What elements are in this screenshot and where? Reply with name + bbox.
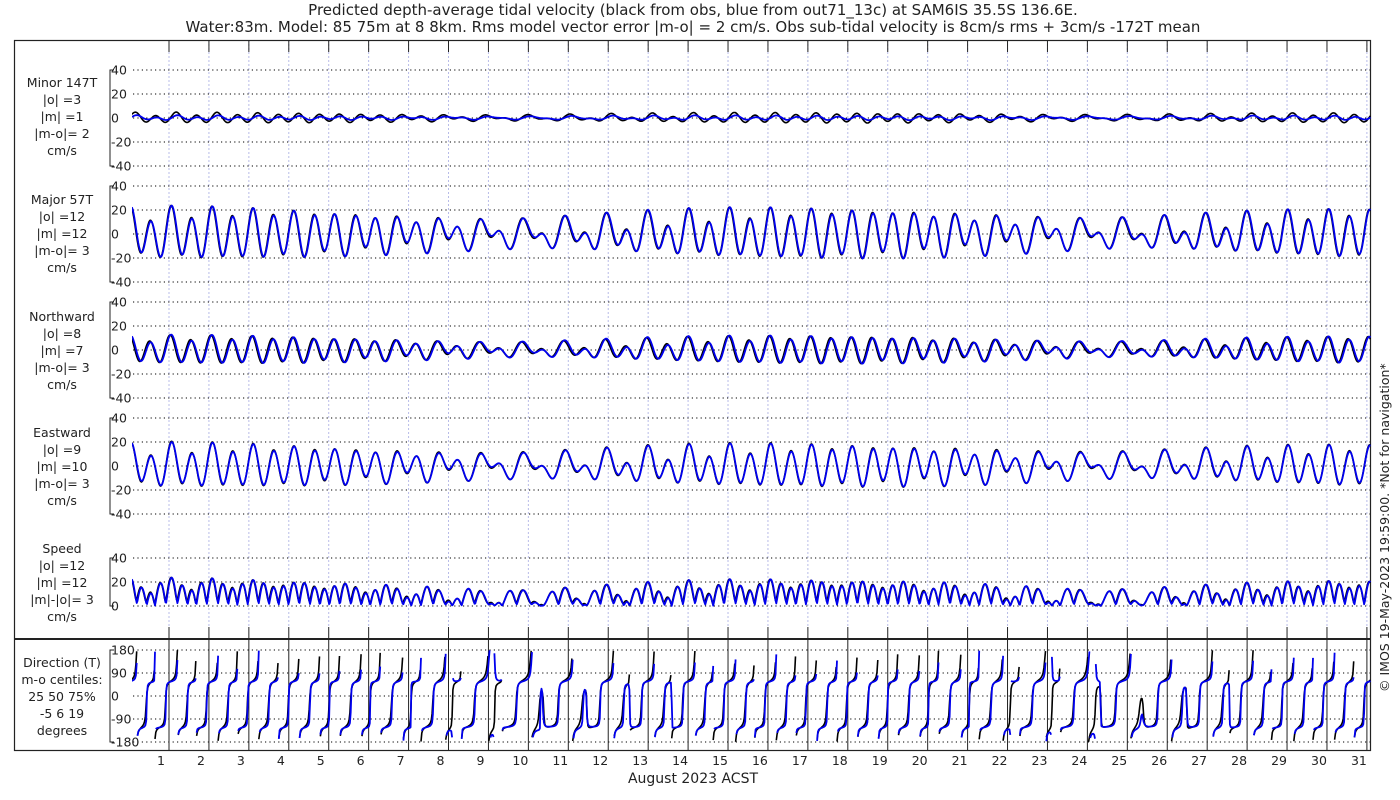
x-tick-label: 11 xyxy=(552,753,568,768)
x-tick-label: 5 xyxy=(317,753,325,768)
y-tick-label: -20 xyxy=(111,251,131,266)
x-tick-label: 14 xyxy=(672,753,688,768)
panel-label-minor: cm/s xyxy=(47,143,77,158)
y-tick-label: 40 xyxy=(111,179,127,194)
y-tick-label: -20 xyxy=(111,367,131,382)
x-tick-label: 25 xyxy=(1111,753,1127,768)
panel-label-dir: -5 6 19 xyxy=(40,706,84,721)
panel-label-major: |o| =12 xyxy=(39,209,85,224)
x-tick-label: 21 xyxy=(952,753,968,768)
y-tick-label: 40 xyxy=(111,551,127,566)
x-tick-label: 27 xyxy=(1191,753,1207,768)
panel-label-speed: |m|-|o|= 3 xyxy=(30,592,94,607)
y-tick-label: -40 xyxy=(111,507,131,522)
y-tick-label: 0 xyxy=(111,689,119,704)
y-tick-label: 0 xyxy=(111,599,119,614)
x-tick-label: 31 xyxy=(1351,753,1367,768)
panel-label-east: |m| =10 xyxy=(37,459,88,474)
panel-label-minor: Minor 147T xyxy=(27,75,98,90)
y-tick-label: 90 xyxy=(111,666,127,681)
x-tick-label: 24 xyxy=(1071,753,1087,768)
y-tick-label: 40 xyxy=(111,63,127,78)
panel-label-major: cm/s xyxy=(47,260,77,275)
y-tick-label: -180 xyxy=(111,735,139,750)
panel-label-minor: |m| =1 xyxy=(41,109,84,124)
y-tick-label: 20 xyxy=(111,319,127,334)
x-tick-label: 12 xyxy=(592,753,608,768)
y-tick-label: 0 xyxy=(111,343,119,358)
panel-label-north: |m-o|= 3 xyxy=(34,360,89,375)
x-tick-label: 20 xyxy=(912,753,928,768)
y-tick-label: -90 xyxy=(111,712,131,727)
x-tick-label: 10 xyxy=(512,753,528,768)
chart-title-line2: Water:83m. Model: 85 75m at 8 8km. Rms m… xyxy=(186,18,1201,36)
panel-label-north: |m| =7 xyxy=(41,343,84,358)
x-tick-label: 17 xyxy=(792,753,808,768)
x-tick-label: 8 xyxy=(437,753,445,768)
panel-label-dir: degrees xyxy=(37,723,87,738)
panel-label-major: |m-o|= 3 xyxy=(34,243,89,258)
x-tick-label: 26 xyxy=(1151,753,1167,768)
y-tick-label: -20 xyxy=(111,483,131,498)
y-tick-label: 20 xyxy=(111,435,127,450)
x-tick-label: 7 xyxy=(397,753,405,768)
x-tick-label: 2 xyxy=(197,753,205,768)
panel-label-dir: 25 50 75% xyxy=(28,689,96,704)
panel-label-east: |o| =9 xyxy=(43,442,82,457)
panel-label-north: cm/s xyxy=(47,377,77,392)
x-axis-label: August 2023 ACST xyxy=(628,771,759,787)
x-tick-label: 13 xyxy=(632,753,648,768)
x-tick-label: 29 xyxy=(1271,753,1287,768)
x-tick-label: 18 xyxy=(832,753,848,768)
x-tick-label: 19 xyxy=(872,753,888,768)
y-tick-label: 0 xyxy=(111,227,119,242)
panel-label-dir: Direction (T) xyxy=(23,655,101,670)
x-tick-label: 15 xyxy=(712,753,728,768)
panel-label-dir: m-o centiles: xyxy=(21,672,102,687)
panel-label-east: Eastward xyxy=(33,425,91,440)
panel-label-speed: |m| =12 xyxy=(37,575,88,590)
y-tick-label: 0 xyxy=(111,459,119,474)
y-tick-label: 180 xyxy=(111,643,135,658)
panel-label-east: cm/s xyxy=(47,493,77,508)
x-tick-label: 28 xyxy=(1231,753,1247,768)
y-tick-label: -20 xyxy=(111,135,131,150)
panel-label-speed: Speed xyxy=(42,541,81,556)
panel-label-speed: |o| =12 xyxy=(39,558,85,573)
x-tick-label: 6 xyxy=(357,753,365,768)
panel-label-major: |m| =12 xyxy=(37,226,88,241)
x-tick-label: 23 xyxy=(1032,753,1048,768)
panel-label-major: Major 57T xyxy=(31,192,94,207)
copyright-notice: © IMOS 19-May-2023 19:59:00. *Not for na… xyxy=(1377,363,1392,692)
panel-label-north: Northward xyxy=(29,309,95,324)
east-model-series xyxy=(132,441,1371,488)
y-tick-label: -40 xyxy=(111,391,131,406)
panel-label-minor: |o| =3 xyxy=(43,92,81,107)
tidal-velocity-chart: Predicted depth-average tidal velocity (… xyxy=(13,1,1392,787)
y-tick-label: 20 xyxy=(111,575,127,590)
x-tick-label: 22 xyxy=(992,753,1008,768)
x-tick-label: 4 xyxy=(277,753,285,768)
panel-label-north: |o| =8 xyxy=(43,326,82,341)
y-tick-label: 20 xyxy=(111,203,127,218)
panel-label-minor: |m-o|= 2 xyxy=(34,126,89,141)
x-tick-label: 9 xyxy=(476,753,484,768)
y-tick-label: 40 xyxy=(111,295,127,310)
y-tick-label: -40 xyxy=(111,159,131,174)
x-tick-label: 30 xyxy=(1311,753,1327,768)
x-tick-label: 3 xyxy=(237,753,245,768)
y-tick-label: 20 xyxy=(111,87,127,102)
y-tick-label: 40 xyxy=(111,411,127,426)
panel-label-speed: cm/s xyxy=(47,609,77,624)
y-tick-label: 0 xyxy=(111,111,119,126)
y-tick-label: -40 xyxy=(111,275,131,290)
panel-label-east: |m-o|= 3 xyxy=(34,476,89,491)
major-model-series xyxy=(132,204,1371,260)
x-tick-label: 16 xyxy=(752,753,768,768)
x-tick-label: 1 xyxy=(157,753,165,768)
